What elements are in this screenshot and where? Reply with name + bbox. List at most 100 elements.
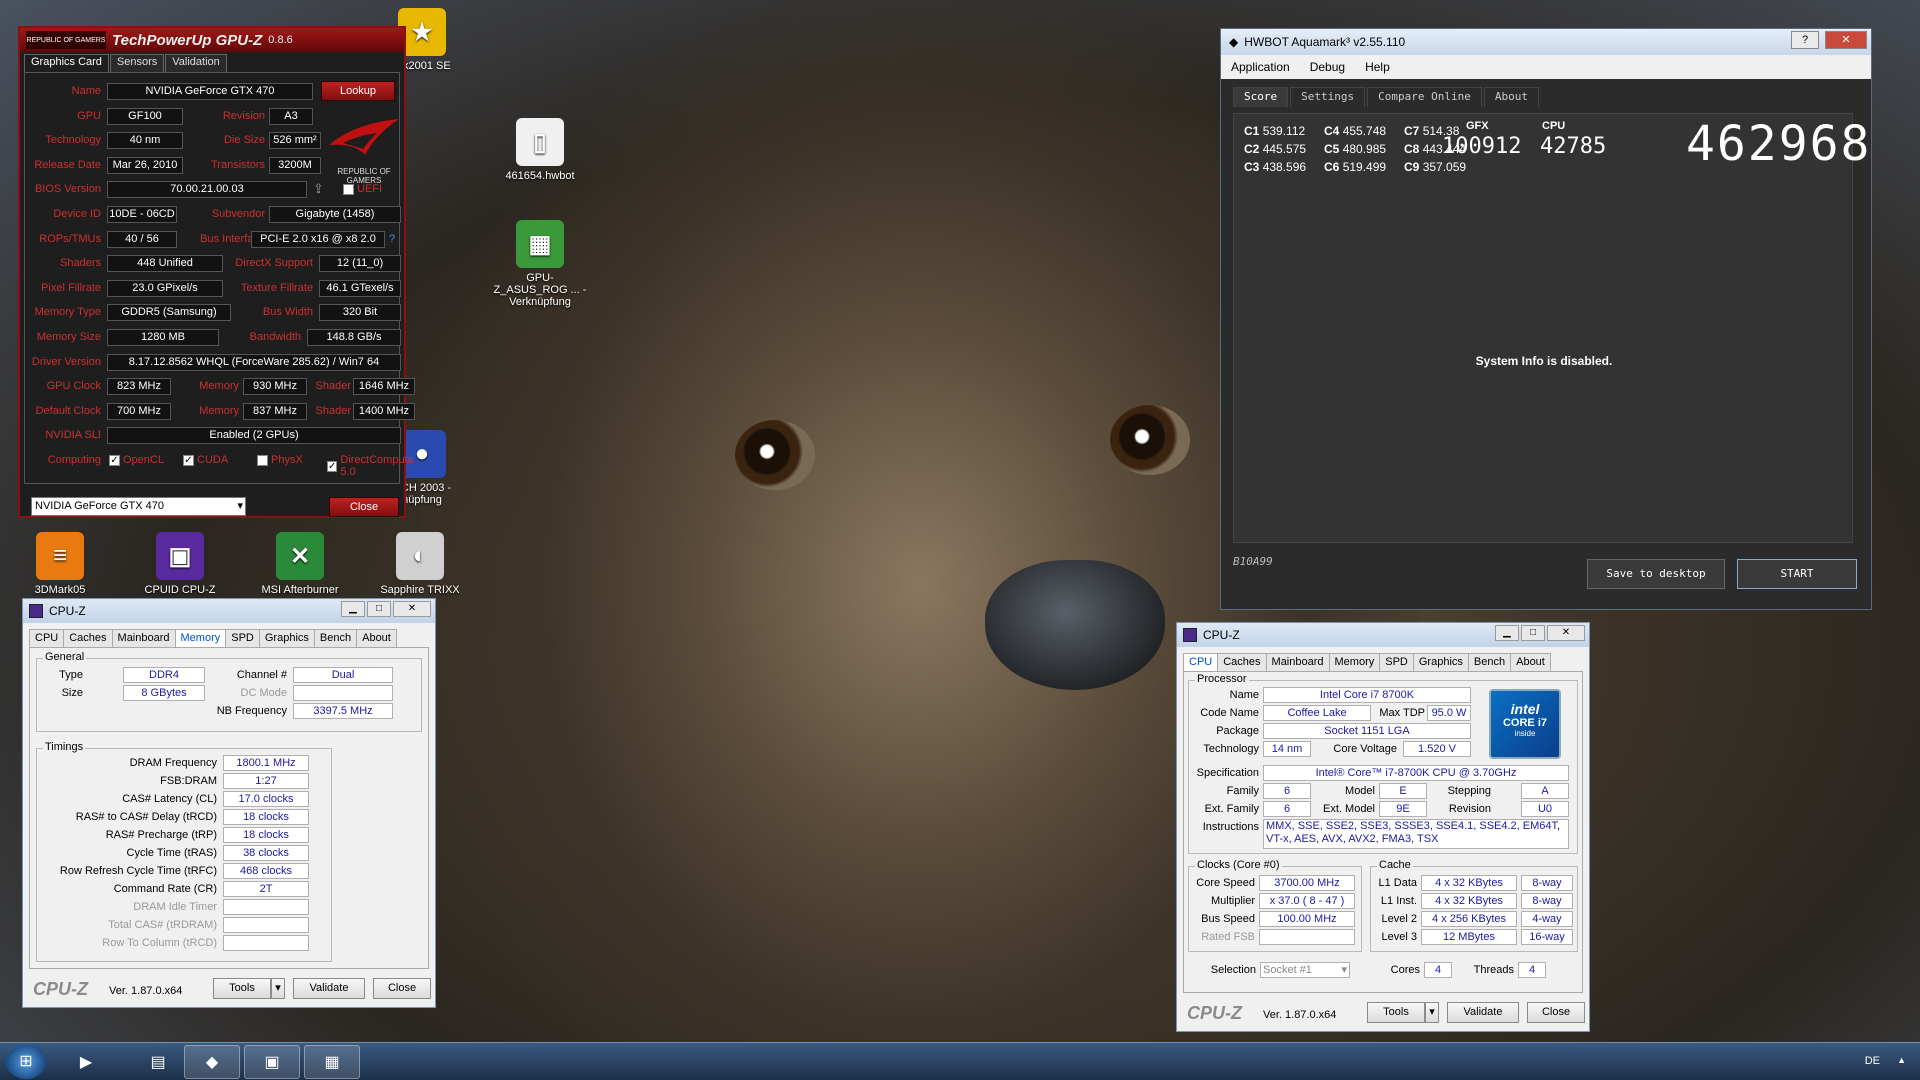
validate-button[interactable]: Validate — [293, 978, 365, 999]
tab-spd[interactable]: SPD — [1379, 653, 1414, 671]
taskbar-explorer-button[interactable]: ▤ — [130, 1045, 186, 1079]
threads-label: Threads — [1473, 964, 1514, 976]
tab-caches[interactable]: Caches — [1217, 653, 1267, 671]
cpuz-cpu-titlebar[interactable]: CPU-Z ▁ □ ✕ — [1177, 623, 1589, 647]
desktop-icon[interactable]: ▦ GPU-Z_ASUS_ROG ... - Verknüpfung — [490, 220, 590, 308]
menu-help[interactable]: Help — [1355, 60, 1400, 74]
desktop-icon[interactable]: ≡ 3DMark05 — [10, 532, 110, 596]
intel-inside-text: inside — [1514, 729, 1536, 738]
menu-application[interactable]: Application — [1221, 60, 1300, 74]
close-icon[interactable]: ✕ — [393, 601, 431, 617]
desktop-icon[interactable]: ▣ CPUID CPU-Z — [130, 532, 230, 596]
maximize-icon[interactable]: □ — [1521, 625, 1545, 641]
bus-interface-help-icon[interactable]: ? — [389, 233, 395, 245]
language-indicator[interactable]: DE — [1865, 1055, 1880, 1067]
uefi-checkbox-box[interactable] — [343, 183, 354, 195]
validate-button[interactable]: Validate — [1447, 1002, 1519, 1023]
cpuz-cpu-window[interactable]: CPU-Z ▁ □ ✕ CPU Caches Mainboard Memory SPD G… — [1176, 622, 1590, 1032]
computing-opencl-checkbox[interactable]: ✓ OpenCL — [109, 454, 164, 466]
tab-bench[interactable]: Bench — [1467, 653, 1512, 671]
taskbar-media-player-button[interactable]: ▶ — [58, 1045, 114, 1079]
score-value: 357.059 — [1422, 160, 1467, 174]
checkbox-box[interactable] — [257, 454, 268, 466]
tab-graphics[interactable]: Graphics — [1412, 653, 1469, 671]
uefi-checkbox[interactable]: UEFI — [343, 183, 382, 195]
computing-physx-checkbox[interactable]: PhysX — [257, 454, 303, 466]
tab-about[interactable]: About — [1483, 87, 1539, 107]
tools-dropdown-icon[interactable]: ▾ — [1425, 1002, 1439, 1023]
minimize-icon[interactable]: ▁ — [341, 601, 365, 617]
close-button[interactable]: Close — [373, 978, 431, 999]
checkbox-box[interactable]: ✓ — [327, 460, 338, 472]
gpuz-titlebar[interactable]: REPUBLIC OF GAMERS TechPowerUp GPU-Z 0.8… — [20, 28, 404, 52]
checkbox-box[interactable]: ✓ — [109, 454, 120, 466]
share-icon[interactable]: ⇪ — [313, 181, 324, 197]
gpuz-defclock-value: 700 MHz — [107, 402, 171, 420]
taskbar-gpu-z-button[interactable]: ▦ — [304, 1045, 360, 1079]
gpuz-window[interactable]: REPUBLIC OF GAMERS TechPowerUp GPU-Z 0.8… — [18, 26, 415, 518]
cpuz-memory-footer: CPU-Z Ver. 1.87.0.x64 Tools ▾ Validate C… — [23, 975, 435, 1005]
tab-compare-online[interactable]: Compare Online — [1367, 87, 1482, 107]
cpuz-memory-titlebar[interactable]: CPU-Z ▁ □ ✕ — [23, 599, 435, 623]
desktop-icon[interactable]: ✕ MSI Afterburner — [250, 532, 350, 596]
dc-mode-value — [293, 685, 393, 701]
tab-mainboard[interactable]: Mainboard — [111, 629, 176, 647]
checkbox-box[interactable]: ✓ — [183, 454, 194, 466]
gpuz-shader-label: Shader — [315, 380, 351, 393]
tab-score[interactable]: Score — [1233, 87, 1289, 107]
taskbar-cpu-z-button[interactable]: ▣ — [244, 1045, 300, 1079]
tab-spd[interactable]: SPD — [225, 629, 260, 647]
taskbar-aquamark-button[interactable]: ◆ — [184, 1045, 240, 1079]
gpuz-tab-validation[interactable]: Validation — [165, 54, 227, 72]
type-value: DDR4 — [123, 667, 205, 683]
tab-about[interactable]: About — [356, 629, 397, 647]
timing-label: RAS# to CAS# Delay (tRCD) — [75, 811, 217, 823]
tab-cpu[interactable]: CPU — [29, 629, 65, 647]
desktop-icon-label: 461654.hwbot — [505, 170, 575, 182]
desktop-icon-image: ▣ — [156, 532, 204, 580]
desktop-icon[interactable]: ▯ 461654.hwbot — [490, 118, 590, 182]
minimize-icon[interactable]: ▁ — [1495, 625, 1519, 641]
cpuz-memory-window[interactable]: CPU-Z ▁ □ ✕ CPU Caches Mainboard Memory SPD G… — [22, 598, 436, 1008]
tab-caches[interactable]: Caches — [63, 629, 113, 647]
start-button[interactable]: ⊞ — [6, 1045, 46, 1079]
tab-cpu[interactable]: CPU — [1183, 653, 1219, 671]
cpu-panel: Processor Name Intel Core i7 8700K Code … — [1183, 671, 1583, 993]
gpuz-gpuclock-value: 823 MHz — [107, 378, 171, 396]
gpuz-tab-sensors[interactable]: Sensors — [109, 54, 165, 72]
core-voltage-label: Core Voltage — [1333, 743, 1397, 755]
gpuz-memory-label: Memory — [199, 380, 239, 393]
tab-bench[interactable]: Bench — [313, 629, 358, 647]
close-button[interactable]: Close — [1527, 1002, 1585, 1023]
score-value: 514.38 — [1422, 124, 1460, 138]
desktop-icon-label: CPUID CPU-Z — [144, 584, 216, 596]
gpuz-tab-graphics-card[interactable]: Graphics Card — [24, 54, 109, 72]
tab-settings[interactable]: Settings — [1290, 87, 1366, 107]
help-button[interactable]: ? — [1791, 31, 1819, 49]
computing-directcompute-5-0-checkbox[interactable]: ✓ DirectCompute 5.0 — [327, 454, 414, 478]
start-button[interactable]: START — [1737, 559, 1857, 589]
computing-cuda-checkbox[interactable]: ✓ CUDA — [183, 454, 228, 466]
lookup-button[interactable]: Lookup — [321, 81, 395, 101]
desktop-icon[interactable]: ◐ Sapphire TRIXX — [370, 532, 470, 596]
tools-dropdown-icon[interactable]: ▾ — [271, 978, 285, 999]
close-icon[interactable]: ✕ — [1547, 625, 1585, 641]
gpuz-close-button[interactable]: Close — [329, 497, 399, 517]
tab-graphics[interactable]: Graphics — [258, 629, 315, 647]
maximize-icon[interactable]: □ — [367, 601, 391, 617]
aquamark-titlebar[interactable]: ◆ HWBOT Aquamark³ v2.55.110 ? ✕ — [1221, 29, 1871, 55]
tab-memory[interactable]: Memory — [1328, 653, 1381, 671]
tools-button[interactable]: Tools — [213, 978, 271, 999]
gpu-selector-dropdown[interactable]: NVIDIA GeForce GTX 470 ▾ — [31, 497, 246, 516]
tab-mainboard[interactable]: Mainboard — [1265, 653, 1330, 671]
tab-memory[interactable]: Memory — [174, 629, 227, 647]
close-icon[interactable]: ✕ — [1825, 31, 1867, 49]
selection-dropdown[interactable]: Socket #1 ▾ — [1260, 962, 1350, 978]
tools-button[interactable]: Tools — [1367, 1002, 1425, 1023]
tray-arrow-icon[interactable]: ▲ — [1897, 1055, 1906, 1065]
save-to-desktop-button[interactable]: Save to desktop — [1587, 559, 1725, 589]
family-value: 6 — [1263, 783, 1311, 799]
menu-debug[interactable]: Debug — [1300, 60, 1355, 74]
tab-about[interactable]: About — [1510, 653, 1551, 671]
aquamark-window[interactable]: ◆ HWBOT Aquamark³ v2.55.110 ? ✕ Applicat… — [1220, 28, 1872, 610]
